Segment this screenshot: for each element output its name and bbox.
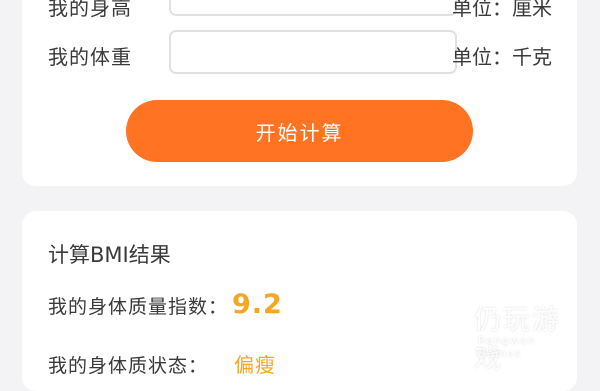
height-label: 我的身高 — [48, 0, 132, 20]
bmi-row: 我的身体质量指数： 9.2 — [48, 289, 283, 320]
watermark: 仍玩游戏 Rengwan Games — [422, 298, 582, 375]
weight-unit: 单位：千克 — [452, 45, 552, 69]
weight-field-container — [169, 30, 457, 74]
height-input[interactable] — [171, 0, 455, 14]
start-calculate-button[interactable]: 开始计算 — [126, 100, 473, 162]
watermark-sub: Rengwan Games — [478, 334, 536, 360]
result-title: 计算BMI结果 — [48, 243, 171, 267]
state-label: 我的身体质状态： — [48, 355, 209, 377]
height-field-container — [169, 0, 457, 16]
state-row: 我的身体质状态： 偏瘦 — [48, 349, 276, 378]
weight-input[interactable] — [171, 32, 455, 72]
bmi-label: 我的身体质量指数： — [48, 296, 229, 318]
bmi-value: 9.2 — [232, 289, 283, 320]
rengwan-logo-icon — [428, 308, 466, 342]
state-value: 偏瘦 — [234, 353, 277, 377]
input-card: 我的身高 单位：厘米 我的体重 单位：千克 开始计算 — [22, 0, 577, 186]
weight-label: 我的体重 — [48, 45, 132, 69]
height-unit: 单位：厘米 — [452, 0, 552, 20]
